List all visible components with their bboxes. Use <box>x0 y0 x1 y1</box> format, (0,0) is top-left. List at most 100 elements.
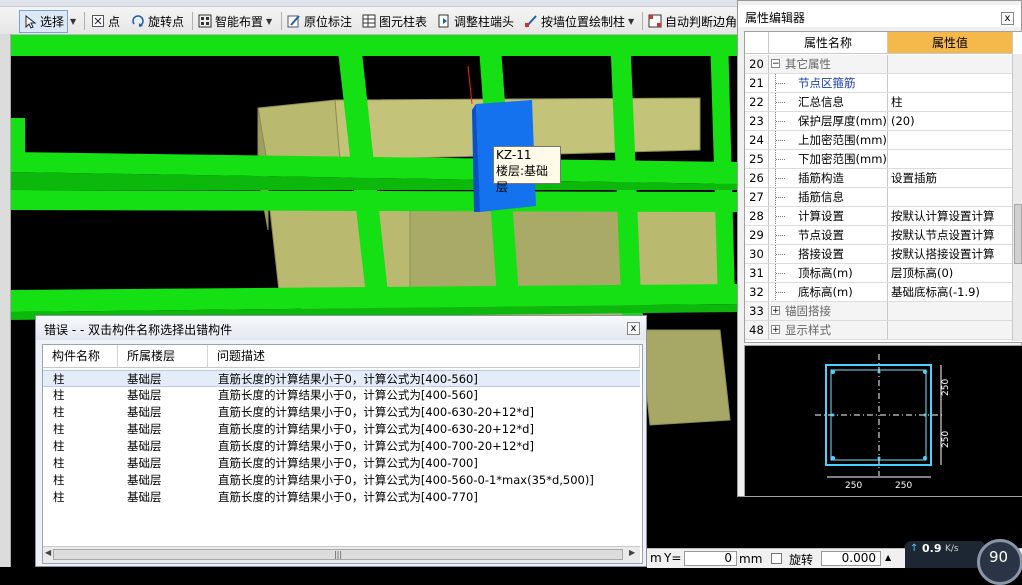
property-row[interactable]: 26 插筋构造 设置插筋 <box>745 169 1013 188</box>
property-value[interactable] <box>888 321 1016 339</box>
speed-value: 0.9 <box>922 542 942 555</box>
property-value[interactable] <box>888 188 1016 206</box>
property-value[interactable] <box>888 302 1016 320</box>
property-value[interactable]: (20) <box>888 112 1016 130</box>
property-row[interactable]: 23 保护层厚度(mm) (20) <box>745 112 1013 131</box>
property-row-number: 24 <box>745 131 769 149</box>
error-row[interactable]: 柱 基础层 直筋长度的计算结果小于0，计算公式为[400-700-20+12*d] <box>43 438 640 455</box>
error-row[interactable]: 柱 基础层 直筋长度的计算结果小于0，计算公式为[400-700] <box>43 455 640 472</box>
upload-arrow-icon: ↑ <box>910 543 919 554</box>
error-row[interactable]: 柱 基础层 直筋长度的计算结果小于0，计算公式为[400-630-20+12*d] <box>43 421 640 438</box>
property-row[interactable]: 21 节点区箍筋 <box>745 74 1013 93</box>
point-tool-button[interactable]: 点 <box>91 11 120 31</box>
rotate-spin-icon[interactable]: ▲ <box>885 553 891 562</box>
property-row[interactable]: 32 底标高(m) 基础底标高(-1.9) <box>745 283 1013 302</box>
speed-unit: K/s <box>945 544 959 554</box>
property-value[interactable]: 柱 <box>888 93 1016 111</box>
auto-edge-label: 自动判断边角 <box>665 14 738 29</box>
wall-draw-dropdown-arrow[interactable]: ▼ <box>628 17 634 26</box>
expand-icon[interactable]: + <box>771 306 780 316</box>
error-dialog: 错误 - - 双击构件名称选择出错构件 x 构件名称 所属楼层 问题描述 柱基础… <box>35 315 647 567</box>
collapse-icon[interactable]: − <box>771 59 780 69</box>
property-row[interactable]: 20− 其它属性 <box>745 55 1016 74</box>
error-row[interactable]: 柱 基础层 直筋长度的计算结果小于0，计算公式为[400-630-20+12*d] <box>43 404 640 421</box>
select-tool[interactable]: 选择 <box>19 10 69 33</box>
column-header-description[interactable]: 问题描述 <box>208 345 640 368</box>
tree-line-stub <box>776 140 785 141</box>
property-row[interactable]: 48 + 显示样式 <box>745 321 1016 340</box>
property-row-number: 21 <box>745 74 769 92</box>
error-floor: 基础层 <box>127 422 162 436</box>
tree-line-stub <box>776 197 785 198</box>
property-name: 锚固搭接 <box>785 304 831 318</box>
property-value[interactable]: 按默认计算设置计算 <box>888 207 1016 225</box>
expand-icon[interactable]: + <box>771 325 780 335</box>
close-icon[interactable]: x <box>1001 12 1014 25</box>
property-value[interactable]: 设置插筋 <box>888 169 1016 187</box>
property-value[interactable]: 按默认搭接设置计算 <box>888 245 1016 263</box>
tree-line-stub <box>776 216 785 217</box>
property-name: 汇总信息 <box>798 95 844 109</box>
property-value[interactable]: 层顶标高(0) <box>888 264 1016 282</box>
origin-mark-button[interactable]: 原位标注 <box>287 11 352 31</box>
point-tool-label: 点 <box>108 14 121 29</box>
property-value[interactable] <box>888 55 1016 73</box>
tree-line-stub <box>776 273 785 274</box>
property-row[interactable]: 22 汇总信息 柱 <box>745 93 1013 112</box>
auto-edge-button[interactable]: 自动判断边角 <box>648 11 737 31</box>
property-row[interactable]: 30 搭接设置 按默认搭接设置计算 <box>745 245 1013 264</box>
property-row-number: 33 <box>745 302 769 320</box>
unit-fragment: m <box>650 551 662 565</box>
adjust-column-end-button[interactable]: 调整柱端头 <box>437 11 514 31</box>
select-dropdown-arrow[interactable]: ▼ <box>70 11 76 31</box>
close-icon[interactable]: x <box>627 322 640 335</box>
error-row[interactable]: 柱 基础层 直筋长度的计算结果小于0，计算公式为[400-770] <box>43 489 640 506</box>
auto-edge-grid-icon <box>648 14 662 28</box>
property-row[interactable]: 33 + 锚固搭接 <box>745 302 1016 321</box>
element-table-label: 图元柱表 <box>379 14 428 29</box>
error-row[interactable]: 柱 基础层 直筋长度的计算结果小于0，计算公式为[400-560] <box>43 370 640 387</box>
scroll-right-arrow-icon[interactable]: ▶ <box>629 548 635 557</box>
error-component-name: 柱 <box>53 372 65 386</box>
property-value-header: 属性值 <box>888 32 1013 54</box>
property-value[interactable]: 按默认节点设置计算 <box>888 226 1016 244</box>
error-description: 直筋长度的计算结果小于0，计算公式为[400-560] <box>218 372 478 386</box>
y-input[interactable]: 0 <box>684 551 737 566</box>
property-value[interactable] <box>888 74 1016 92</box>
property-value[interactable] <box>888 150 1016 168</box>
property-value[interactable]: 基础底标高(-1.9) <box>888 283 1016 301</box>
performance-gauge[interactable]: 90 <box>977 539 1022 585</box>
tree-line-stub <box>776 159 785 160</box>
rotate-checkbox[interactable] <box>771 553 782 564</box>
smart-layout-button[interactable]: 智能布置 ▼ <box>198 11 272 31</box>
scroll-left-arrow-icon[interactable]: ◀ <box>45 548 51 557</box>
property-grid: 属性名称 属性值 20− 其它属性 21 节点区箍筋 22 汇总信息柱 23 保护层厚度(mm… <box>744 31 1022 343</box>
element-table-button[interactable]: 图元柱表 <box>362 11 427 31</box>
error-row[interactable]: 柱 基础层 直筋长度的计算结果小于0，计算公式为[400-560] <box>43 387 640 404</box>
scrollbar-thumb[interactable]: ||| <box>53 549 623 560</box>
property-row[interactable]: 29 节点设置 按默认节点设置计算 <box>745 226 1013 245</box>
wall-draw-column-button[interactable]: 按墙位置绘制柱 ▼ <box>524 11 634 31</box>
property-row-number: 27 <box>745 188 769 206</box>
property-row[interactable]: 31 顶标高(m) 层顶标高(0) <box>745 264 1013 283</box>
property-grid-scrollbar[interactable] <box>1012 54 1022 341</box>
rotate-input[interactable]: 0.000 <box>821 551 881 566</box>
property-name: 上加密范围(mm) <box>798 133 887 147</box>
rotate-point-button[interactable]: 旋转点 <box>131 11 184 31</box>
column-header-name[interactable]: 构件名称 <box>43 345 118 368</box>
property-value[interactable] <box>888 131 1016 149</box>
tree-line-stub <box>776 178 785 179</box>
property-row[interactable]: 28 计算设置 按默认计算设置计算 <box>745 207 1013 226</box>
column-header-floor[interactable]: 所属楼层 <box>118 345 208 368</box>
property-row[interactable]: 25 下加密范围(mm) <box>745 150 1013 169</box>
property-name-cell: 节点设置 <box>769 226 888 244</box>
property-row[interactable]: 27 插筋信息 <box>745 188 1013 207</box>
error-row[interactable]: 柱 基础层 直筋长度的计算结果小于0，计算公式为[400-560-0-1*max(3… <box>43 472 640 489</box>
error-table-hscrollbar[interactable]: ◀ ||| ▶ <box>43 546 640 563</box>
smart-layout-dropdown-arrow[interactable]: ▼ <box>266 17 272 26</box>
scrollbar-thumb[interactable] <box>1014 204 1022 264</box>
toolbar-separator <box>642 12 643 30</box>
mm-label: mm <box>739 552 763 566</box>
property-row[interactable]: 24 上加密范围(mm) <box>745 131 1013 150</box>
property-row-number: 29 <box>745 226 769 244</box>
